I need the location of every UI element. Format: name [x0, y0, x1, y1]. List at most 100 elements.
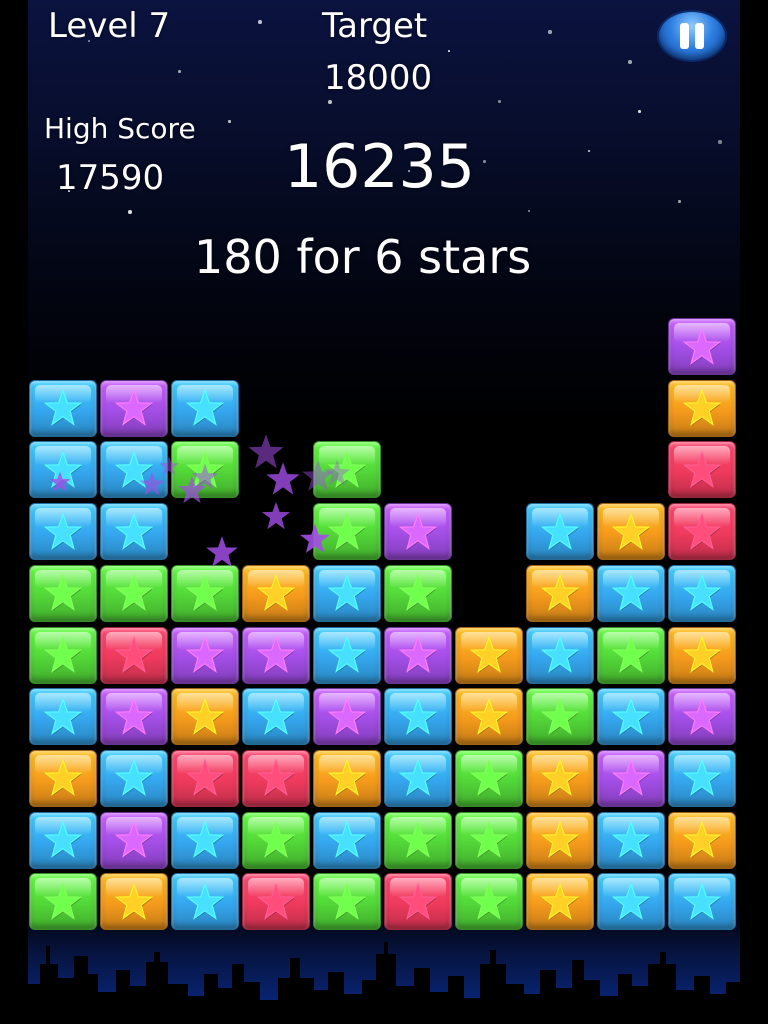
star-block-orange[interactable]	[242, 564, 310, 622]
bonus-message: 180 for 6 stars	[194, 230, 532, 284]
star-icon	[611, 697, 651, 735]
star-block-purple[interactable]	[668, 318, 736, 375]
star-block-red[interactable]	[668, 503, 736, 561]
star-block-orange[interactable]	[526, 564, 594, 622]
star-block-blue[interactable]	[526, 626, 594, 684]
star-block-orange[interactable]	[526, 811, 594, 869]
star-block-red[interactable]	[100, 626, 168, 684]
star-icon	[43, 635, 83, 673]
star-icon	[398, 758, 438, 797]
star-block-blue[interactable]	[313, 564, 381, 622]
star-block-red[interactable]	[242, 749, 310, 807]
star-block-green[interactable]	[455, 811, 523, 869]
star-block-red[interactable]	[171, 749, 239, 807]
star-block-blue[interactable]	[384, 688, 452, 746]
star-block-purple[interactable]	[171, 626, 239, 684]
star-block-purple[interactable]	[100, 379, 168, 437]
star-block-green[interactable]	[313, 873, 381, 931]
star-block-orange[interactable]	[29, 749, 97, 807]
star-icon	[682, 327, 722, 365]
game-screen: Level 7 Target 18000 High Score 17590 16…	[28, 0, 740, 1024]
star-block-blue[interactable]	[597, 873, 665, 931]
star-icon	[256, 758, 296, 797]
star-block-blue[interactable]	[29, 379, 97, 437]
star-block-purple[interactable]	[100, 688, 168, 746]
star-block-orange[interactable]	[668, 811, 736, 869]
star-block-orange[interactable]	[455, 626, 523, 684]
star-block-blue[interactable]	[100, 503, 168, 561]
star-icon	[43, 882, 83, 920]
star-block-green[interactable]	[242, 811, 310, 869]
star-block-blue[interactable]	[242, 688, 310, 746]
star-icon	[114, 758, 154, 797]
star-block-green[interactable]	[455, 749, 523, 807]
star-block-green[interactable]	[384, 564, 452, 622]
star-block-purple[interactable]	[597, 749, 665, 807]
star-icon	[43, 758, 83, 797]
star-block-blue[interactable]	[313, 626, 381, 684]
star-icon	[469, 882, 509, 920]
star-icon	[185, 388, 225, 427]
star-icon	[185, 820, 225, 858]
star-block-orange[interactable]	[455, 688, 523, 746]
star-block-red[interactable]	[668, 441, 736, 499]
star-block-orange[interactable]	[668, 626, 736, 684]
star-block-orange[interactable]	[526, 749, 594, 807]
star-block-blue[interactable]	[29, 811, 97, 869]
current-score: 16235	[284, 132, 475, 202]
star-block-green[interactable]	[526, 688, 594, 746]
star-block-orange[interactable]	[100, 873, 168, 931]
star-block-orange[interactable]	[313, 749, 381, 807]
star-block-blue[interactable]	[29, 503, 97, 561]
star-block-blue[interactable]	[171, 811, 239, 869]
star-block-green[interactable]	[29, 564, 97, 622]
star-icon	[114, 820, 154, 858]
star-block-green[interactable]	[455, 873, 523, 931]
star-icon	[682, 512, 722, 550]
target-label: Target	[322, 6, 428, 46]
star-icon	[327, 758, 367, 797]
star-icon	[611, 635, 651, 673]
star-block-blue[interactable]	[313, 811, 381, 869]
star-block-red[interactable]	[242, 873, 310, 931]
star-icon	[682, 635, 722, 673]
star-block-orange[interactable]	[597, 503, 665, 561]
star-block-blue[interactable]	[668, 873, 736, 931]
star-block-purple[interactable]	[384, 503, 452, 561]
star-block-blue[interactable]	[597, 811, 665, 869]
star-block-orange[interactable]	[668, 379, 736, 437]
pause-button[interactable]	[659, 12, 725, 60]
star-block-blue[interactable]	[100, 749, 168, 807]
star-block-blue[interactable]	[597, 564, 665, 622]
star-icon	[469, 635, 509, 673]
star-block-purple[interactable]	[242, 626, 310, 684]
star-block-orange[interactable]	[171, 688, 239, 746]
popped-star-particle	[322, 458, 352, 488]
star-icon	[256, 820, 296, 858]
star-block-blue[interactable]	[526, 503, 594, 561]
star-block-green[interactable]	[100, 564, 168, 622]
star-block-purple[interactable]	[384, 626, 452, 684]
star-block-blue[interactable]	[597, 688, 665, 746]
star-block-green[interactable]	[384, 811, 452, 869]
star-block-blue[interactable]	[384, 749, 452, 807]
star-block-blue[interactable]	[29, 688, 97, 746]
star-block-red[interactable]	[384, 873, 452, 931]
star-icon	[540, 758, 580, 797]
star-block-purple[interactable]	[100, 811, 168, 869]
star-block-green[interactable]	[597, 626, 665, 684]
star-block-green[interactable]	[171, 564, 239, 622]
star-block-blue[interactable]	[171, 873, 239, 931]
star-block-purple[interactable]	[668, 688, 736, 746]
sky-sparkle	[678, 200, 681, 203]
star-block-blue[interactable]	[668, 564, 736, 622]
star-block-purple[interactable]	[313, 688, 381, 746]
star-block-orange[interactable]	[526, 873, 594, 931]
star-icon	[469, 697, 509, 735]
star-block-green[interactable]	[29, 873, 97, 931]
star-icon	[682, 758, 722, 797]
star-block-blue[interactable]	[171, 379, 239, 437]
sky-sparkle	[548, 30, 552, 34]
star-block-green[interactable]	[29, 626, 97, 684]
star-block-blue[interactable]	[668, 749, 736, 807]
